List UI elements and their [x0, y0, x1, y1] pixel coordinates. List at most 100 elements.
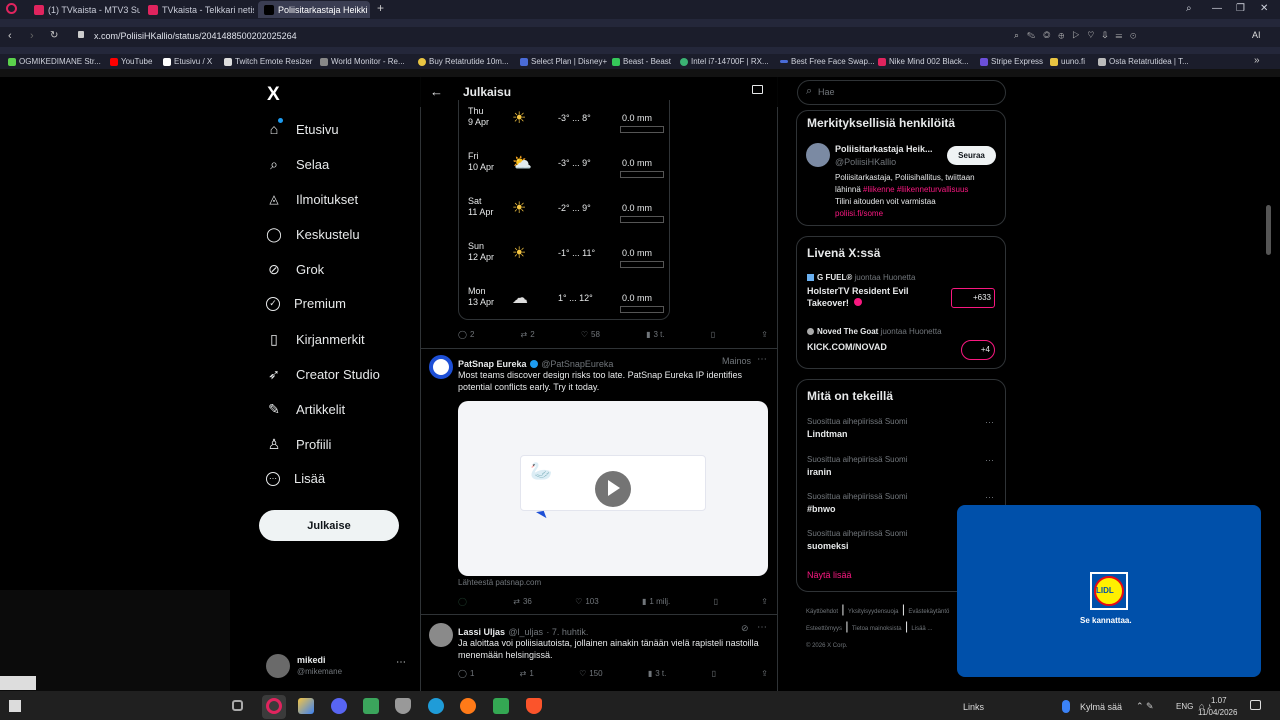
nav-explore[interactable]: ⌕ Selaa — [266, 156, 329, 172]
bookmark-button[interactable]: ▯ — [711, 330, 715, 339]
bookmark-item[interactable]: YouTube — [110, 57, 152, 66]
opera-logo-icon[interactable] — [6, 3, 17, 14]
reload-icon[interactable]: ↻ — [50, 30, 58, 41]
footer-link[interactable]: Evästekäytäntö — [908, 609, 949, 615]
share-button[interactable]: ⇪ — [761, 597, 768, 606]
more-icon[interactable]: ⋯ — [757, 622, 767, 633]
follow-button[interactable]: Seuraa — [947, 146, 996, 165]
tab-tvkaista-mtv3[interactable]: (1) TVkaista - MTV3 Suora — [28, 1, 140, 18]
bio-link[interactable]: poliisi.fi/some — [835, 209, 883, 218]
views-button[interactable]: ▮ 1 milj. — [642, 597, 670, 606]
tab-tvkaista-telkkari[interactable]: TVkaista - Telkkari netissä — [142, 1, 254, 18]
nav-profile[interactable]: ♙ Profiili — [266, 436, 332, 452]
live-item[interactable]: G FUEL® juontaa Huonetta HolsterTV Resid… — [807, 273, 1002, 313]
reply-button[interactable]: ◯ — [458, 597, 470, 606]
edge-icon[interactable] — [428, 698, 444, 714]
more-icon[interactable]: ⋯ — [985, 455, 994, 466]
bookmarks-overflow-icon[interactable]: » — [1254, 55, 1260, 66]
more-icon[interactable]: ⋯ — [757, 354, 767, 365]
source-link[interactable]: Lähteestä patsnap.com — [458, 578, 541, 587]
bookmark-item[interactable]: Stripe Express — [980, 57, 1043, 66]
trend-item[interactable]: Suosittua aihepiirissä Suomi iranin ⋯ — [807, 455, 997, 477]
bookmark-item[interactable]: uuno.fi — [1050, 57, 1085, 66]
minimize-button[interactable]: — — [1212, 3, 1222, 14]
toolbar-icons[interactable]: ⌕✎◎⊕▷♡⇩☰⊙ — [1014, 30, 1144, 41]
bookmark-item[interactable]: OGMIKEDIMANE Str... — [8, 57, 101, 66]
views-button[interactable]: ▮ 3 t. — [648, 669, 667, 678]
footer-link[interactable]: Lisää ... — [911, 626, 932, 632]
app-icon[interactable] — [363, 698, 379, 714]
person-name[interactable]: Poliisitarkastaja Heik... — [835, 144, 933, 154]
bookmark-item[interactable]: Osta Retatrutidea | T... — [1098, 57, 1189, 66]
share-button[interactable]: ⇪ — [761, 330, 768, 339]
footer-link[interactable]: Tietoa mainoksista — [852, 626, 902, 632]
notifications-icon[interactable] — [1250, 700, 1261, 710]
bookmark-item[interactable]: Nike Mind 002 Black... — [878, 57, 969, 66]
nav-grok[interactable]: ⊘ Grok — [266, 261, 324, 277]
nav-more[interactable]: ⋯ Lisää — [266, 471, 325, 486]
weather-text[interactable]: Kylmä sää — [1080, 702, 1122, 712]
more-icon[interactable]: ⋯ — [396, 657, 406, 668]
share-button[interactable]: ⇪ — [761, 669, 768, 678]
reply-button[interactable]: ◯ 1 — [458, 669, 474, 678]
bookmark-item[interactable]: Beast - Beast — [612, 57, 671, 66]
grok-icon[interactable]: ⊘ — [741, 623, 749, 634]
repost-button[interactable]: ⇄ 2 — [521, 330, 535, 339]
bookmark-button[interactable]: ▯ — [714, 597, 718, 606]
more-icon[interactable]: ⋯ — [985, 417, 994, 428]
lock-icon[interactable] — [78, 31, 84, 38]
brave-icon[interactable] — [526, 698, 542, 714]
bookmark-item[interactable]: Intel i7-14700F | RX... — [680, 57, 769, 66]
nav-premium[interactable]: ✓ Premium — [266, 296, 346, 311]
show-more-link[interactable]: Näytä lisää — [807, 570, 852, 580]
bookmark-item[interactable]: Best Free Face Swap... — [780, 57, 875, 66]
windows-start-icon[interactable] — [9, 700, 21, 712]
like-button[interactable]: ♡ 103 — [575, 597, 599, 606]
app-icon[interactable] — [298, 698, 314, 714]
footer-link[interactable]: Esteettömyys — [806, 626, 842, 632]
bookmark-item[interactable]: Twitch Emote Resizer — [224, 57, 312, 66]
nav-notifications[interactable]: ◬ Ilmoitukset — [266, 191, 358, 207]
bookmark-item[interactable]: Select Plan | Disney+ — [520, 57, 607, 66]
new-tab-button[interactable]: + — [377, 1, 384, 15]
firefox-icon[interactable] — [460, 698, 476, 714]
x-logo-icon[interactable]: X — [267, 84, 280, 106]
nav-creator-studio[interactable]: ➶ Creator Studio — [266, 366, 380, 382]
close-button[interactable]: ✕ — [1260, 3, 1268, 14]
tray-icons[interactable]: ⌃ ✎ — [1136, 701, 1154, 712]
bookmark-item[interactable]: World Monitor - Re... — [320, 57, 405, 66]
ai-button[interactable]: AI — [1252, 30, 1261, 40]
maximize-button[interactable]: ❐ — [1236, 3, 1245, 14]
task-view-icon[interactable] — [232, 700, 243, 711]
forward-icon[interactable]: › — [30, 30, 34, 42]
footer-link[interactable]: Yksityisyydensuoja — [848, 609, 899, 615]
play-store-icon[interactable] — [493, 698, 509, 714]
footer-link[interactable]: Käyttöehdot — [806, 609, 838, 615]
clock-time[interactable]: 1.07 — [1211, 696, 1227, 705]
shield-icon[interactable] — [395, 698, 411, 714]
video-player[interactable]: 🦢 — [458, 401, 768, 576]
nav-messages[interactable]: ◯ Keskustelu — [266, 226, 359, 242]
hashtag-link[interactable]: #liikenne #liikenneturvallisuus — [863, 185, 968, 194]
tab-poliisitarkastaja[interactable]: Poliisitarkastaja Heikki Kall — [258, 1, 370, 18]
links-toolbar[interactable]: Links — [963, 702, 984, 712]
post-button[interactable]: Julkaise — [259, 510, 399, 541]
bookmark-button[interactable]: ▯ — [712, 669, 716, 678]
more-icon[interactable]: ⋯ — [985, 492, 994, 503]
views-button[interactable]: ▮ 3 t. — [646, 330, 665, 339]
nav-articles[interactable]: ✎ Artikkelit — [266, 401, 345, 417]
back-icon[interactable]: ‹ — [8, 30, 12, 42]
language-indicator[interactable]: ENG — [1176, 702, 1193, 711]
reply-button[interactable]: ◯ 2 — [458, 330, 474, 339]
ad-post[interactable]: PatSnap Eureka @PatSnapEureka Mainos ⋯ M… — [421, 349, 777, 614]
repost-button[interactable]: ⇄ 1 — [520, 669, 534, 678]
search-box[interactable]: ⌕ Hae — [797, 80, 1006, 105]
repost-button[interactable]: ⇄ 36 — [513, 597, 532, 606]
trend-item[interactable]: Suosittua aihepiirissä Suomi Lindtman ⋯ — [807, 417, 997, 439]
clock-date[interactable]: 11/04/2026 — [1198, 708, 1237, 717]
nav-bookmarks[interactable]: ▯ Kirjanmerkit — [266, 331, 364, 347]
bookmark-item[interactable]: Etusivu / X — [163, 57, 212, 66]
live-item[interactable]: Noved The Goat juontaa Huonetta KICK.COM… — [807, 327, 1002, 363]
back-arrow-icon[interactable]: ← — [430, 84, 443, 99]
reader-icon[interactable] — [752, 85, 763, 94]
